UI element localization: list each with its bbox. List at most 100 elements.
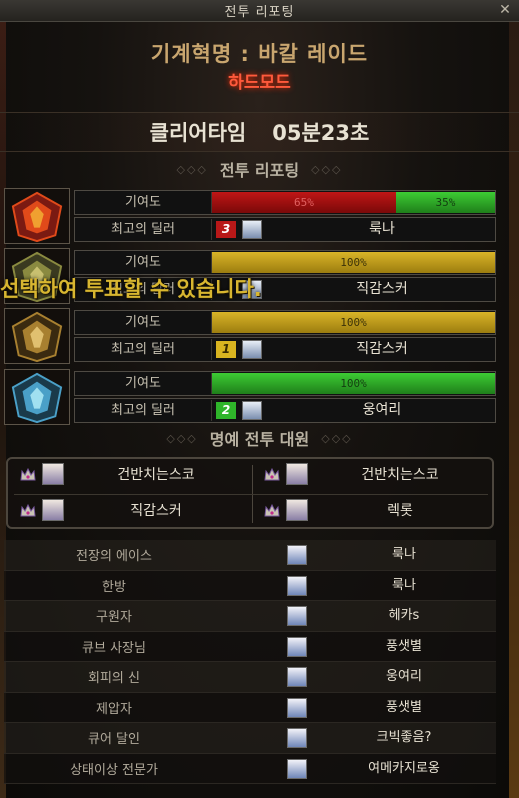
crown-icon — [20, 468, 36, 481]
vote-notice: 선택하여 투표할 수 있습니다. — [0, 277, 262, 301]
best-dealer-row: 최고의 딜러 2 웅여리 — [74, 398, 496, 423]
award-player-name[interactable]: 풍샛별 — [324, 693, 484, 723]
award-row: 큐브 사장님 풍샛별 — [4, 631, 496, 662]
clear-time-value: 05분23초 — [272, 121, 370, 145]
award-avatar[interactable] — [287, 667, 307, 687]
contribution-segment: 100% — [212, 312, 495, 333]
honor-member[interactable]: 렉롯 — [252, 495, 492, 527]
contribution-segment: 35% — [395, 192, 495, 213]
honor-members-box: 건반치는스코 건반치는스코 직감스커 렉롯 — [6, 457, 494, 529]
award-player-name[interactable]: 헤카s — [324, 601, 484, 631]
award-player-name[interactable]: 풍샛별 — [324, 632, 484, 662]
honor-member[interactable]: 건반치는스코 — [252, 459, 492, 491]
boss-emblem-icon — [5, 309, 69, 363]
best-dealer-info: 3 룩나 — [211, 219, 495, 240]
boss-row: 기여도 100% 최고의 딜러 1 직감스커 — [4, 308, 496, 364]
member-name: 건반치는스코 — [361, 467, 439, 483]
member-avatar — [42, 463, 64, 485]
award-row: 구원자 헤카s — [4, 601, 496, 632]
award-avatar[interactable] — [287, 545, 307, 565]
honor-member[interactable]: 직감스커 — [8, 495, 248, 527]
best-dealer-label: 최고의 딜러 — [111, 403, 175, 418]
dealer-avatar[interactable] — [242, 401, 262, 420]
award-title: 회피의 신 — [88, 671, 140, 687]
member-avatar — [286, 463, 308, 485]
award-title: 큐어 달인 — [88, 732, 140, 748]
award-row: 큐어 달인 크빅좋음? — [4, 723, 496, 754]
member-avatar — [42, 499, 64, 521]
dealer-name[interactable]: 웅여리 — [272, 400, 492, 421]
contribution-bar: 100% — [211, 312, 495, 333]
dealer-name[interactable]: 룩나 — [272, 219, 492, 240]
contribution-bar: 100% — [211, 373, 495, 394]
award-player-name[interactable]: 룩나 — [324, 540, 484, 570]
dealer-avatar[interactable] — [242, 340, 262, 359]
award-avatar[interactable] — [287, 575, 307, 596]
contribution-label: 기여도 — [125, 376, 161, 391]
award-row: 회피의 신 웅여리 — [4, 662, 496, 693]
boss-row: 기여도 65% 35% 최고의 딜러 3 룩나 — [4, 188, 496, 244]
contribution-label: 기여도 — [125, 255, 161, 270]
boss-portrait — [4, 308, 70, 364]
battle-report-title: 전투 리포팅 — [219, 161, 300, 180]
contribution-label: 기여도 — [125, 195, 161, 210]
contribution-bar: 100% — [211, 252, 495, 273]
raid-title: 기계혁명 : 바칼 레이드 — [150, 42, 369, 66]
contribution-row: 기여도 100% — [74, 371, 496, 396]
award-title: 한방 — [102, 579, 126, 595]
honor-member[interactable]: 건반치는스코 — [8, 459, 248, 491]
best-dealer-row: 최고의 딜러 1 직감스커 — [74, 337, 496, 362]
window-titlebar: 전투 리포팅 ✕ — [0, 0, 519, 22]
award-avatar[interactable] — [287, 758, 307, 779]
rank-badge: 1 — [216, 341, 236, 358]
award-title: 전장의 에이스 — [76, 549, 152, 565]
ornament-right-icon: ◇◇◇ — [311, 162, 343, 176]
contribution-segment: 100% — [212, 252, 495, 273]
contribution-row: 기여도 65% 35% — [74, 190, 496, 215]
award-avatar[interactable] — [287, 606, 307, 626]
award-avatar[interactable] — [287, 728, 307, 748]
honor-title: 명예 전투 대원 — [209, 430, 310, 449]
award-player-name[interactable]: 웅여리 — [324, 662, 484, 692]
boss-emblem-icon — [5, 189, 69, 243]
window-title: 전투 리포팅 — [224, 5, 295, 20]
award-avatar[interactable] — [287, 697, 307, 718]
battle-report-heading: ◇◇◇ 전투 리포팅 ◇◇◇ — [0, 156, 519, 182]
awards-table: 전장의 에이스 룩나 한방 룩나 구원자 헤카s 큐브 사장님 풍샛별 회피의 … — [4, 540, 496, 784]
best-dealer-info: 1 직감스커 — [211, 339, 495, 360]
award-player-name[interactable]: 여메카지로옹 — [324, 754, 484, 784]
ornament-left-icon: ◇◇◇ — [176, 162, 208, 176]
award-title: 구원자 — [96, 610, 132, 626]
award-title: 큐브 사장님 — [82, 640, 146, 656]
best-dealer-row: 최고의 딜러 3 룩나 — [74, 217, 496, 242]
difficulty-label: 하드모드 — [228, 73, 291, 93]
close-icon[interactable]: ✕ — [497, 2, 513, 18]
boss-portrait — [4, 188, 70, 244]
crown-icon — [264, 468, 280, 481]
dealer-name[interactable]: 직감스커 — [272, 339, 492, 360]
award-player-name[interactable]: 룩나 — [324, 571, 484, 601]
member-name: 렉롯 — [387, 503, 413, 519]
ornament-right-icon: ◇◇◇ — [321, 431, 353, 445]
member-name: 건반치는스코 — [117, 467, 195, 483]
clear-time: 클리어타임 05분23초 — [0, 112, 519, 152]
boss-emblem-icon — [5, 370, 69, 424]
crown-icon — [20, 504, 36, 517]
dealer-avatar[interactable] — [242, 220, 262, 239]
crown-icon — [264, 504, 280, 517]
award-player-name[interactable]: 크빅좋음? — [324, 723, 484, 753]
ornament-left-icon: ◇◇◇ — [166, 431, 198, 445]
contribution-label: 기여도 — [125, 315, 161, 330]
contribution-row: 기여도 100% — [74, 310, 496, 335]
award-row: 상태이상 전문가 여메카지로옹 — [4, 753, 496, 784]
award-row: 한방 룩나 — [4, 570, 496, 601]
boss-portrait — [4, 369, 70, 425]
honor-heading: ◇◇◇ 명예 전투 대원 ◇◇◇ — [0, 425, 519, 451]
boss-row: 기여도 100% 최고의 딜러 2 웅여리 — [4, 369, 496, 425]
rank-badge: 2 — [216, 402, 236, 419]
award-avatar[interactable] — [287, 636, 307, 657]
award-title: 제압자 — [96, 701, 132, 717]
contribution-segment: 100% — [212, 373, 495, 394]
best-dealer-info: 2 웅여리 — [211, 400, 495, 421]
contribution-bar: 65% 35% — [211, 192, 495, 213]
